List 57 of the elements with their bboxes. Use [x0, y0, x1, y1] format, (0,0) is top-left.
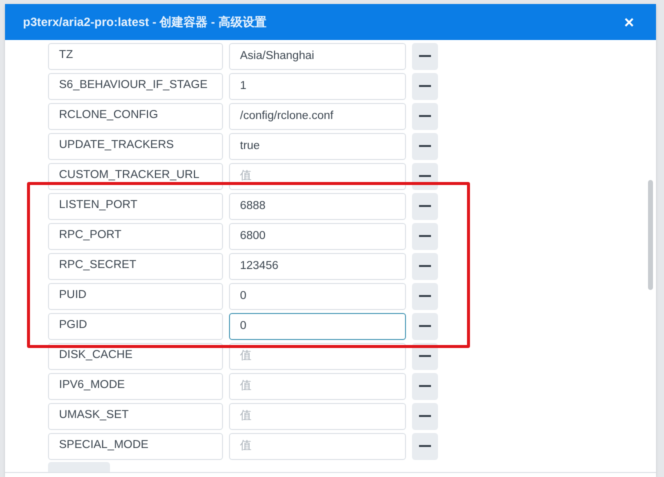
key-field[interactable]: DISK_CACHE — [48, 342, 223, 370]
key-field[interactable]: PUID — [48, 282, 223, 310]
value-field[interactable]: 0 — [229, 312, 406, 340]
key-field[interactable]: PGID — [48, 312, 223, 340]
remove-button[interactable] — [412, 192, 438, 220]
close-button[interactable]: × — [620, 14, 638, 30]
value-field[interactable]: 123456 — [229, 252, 406, 280]
key-field[interactable]: UMASK_SET — [48, 402, 223, 430]
key-field[interactable]: S6_BEHAVIOUR_IF_STAGE — [48, 72, 223, 100]
value-field[interactable]: /config/rclone.conf — [229, 102, 406, 130]
remove-button[interactable] — [412, 72, 438, 100]
minus-icon — [419, 145, 431, 147]
minus-icon — [419, 235, 431, 237]
key-field[interactable]: UPDATE_TRACKERS — [48, 132, 223, 160]
remove-button[interactable] — [412, 282, 438, 310]
minus-icon — [419, 295, 431, 297]
value-field[interactable]: 1 — [229, 72, 406, 100]
key-field[interactable]: IPV6_MODE — [48, 372, 223, 400]
minus-icon — [419, 55, 431, 57]
remove-button[interactable] — [412, 132, 438, 160]
value-field[interactable]: 6800 — [229, 222, 406, 250]
minus-icon — [419, 205, 431, 207]
value-field[interactable]: Asia/Shanghai — [229, 42, 406, 70]
minus-icon — [419, 355, 431, 357]
key-field[interactable]: CUSTOM_TRACKER_URL — [48, 162, 223, 190]
minus-icon — [419, 385, 431, 387]
minus-icon — [419, 175, 431, 177]
value-field[interactable]: 值 — [229, 402, 406, 430]
value-field[interactable]: 值 — [229, 342, 406, 370]
value-field[interactable]: 6888 — [229, 192, 406, 220]
minus-icon — [419, 85, 431, 87]
key-field[interactable]: RPC_SECRET — [48, 252, 223, 280]
value-field[interactable]: 0 — [229, 282, 406, 310]
key-field[interactable]: LISTEN_PORT — [48, 192, 223, 220]
minus-icon — [419, 265, 431, 267]
key-field[interactable]: TZ — [48, 42, 223, 70]
value-field[interactable]: true — [229, 132, 406, 160]
remove-button[interactable] — [412, 102, 438, 130]
minus-icon — [419, 325, 431, 327]
minus-icon — [419, 115, 431, 117]
remove-button[interactable] — [412, 432, 438, 460]
remove-button[interactable] — [412, 42, 438, 70]
remove-button[interactable] — [412, 222, 438, 250]
value-field[interactable]: 值 — [229, 432, 406, 460]
minus-icon — [419, 445, 431, 447]
remove-button[interactable] — [412, 402, 438, 430]
minus-icon — [419, 415, 431, 417]
scrollbar-thumb[interactable] — [648, 180, 653, 290]
remove-button[interactable] — [412, 252, 438, 280]
key-field[interactable]: SPECIAL_MODE — [48, 432, 223, 460]
key-field[interactable]: RCLONE_CONFIG — [48, 102, 223, 130]
remove-button[interactable] — [412, 312, 438, 340]
value-field[interactable]: 值 — [229, 162, 406, 190]
key-field[interactable]: RPC_PORT — [48, 222, 223, 250]
window-title: p3terx/aria2-pro:latest - 创建容器 - 高级设置 — [23, 14, 268, 31]
value-field[interactable]: 值 — [229, 372, 406, 400]
remove-button[interactable] — [412, 372, 438, 400]
